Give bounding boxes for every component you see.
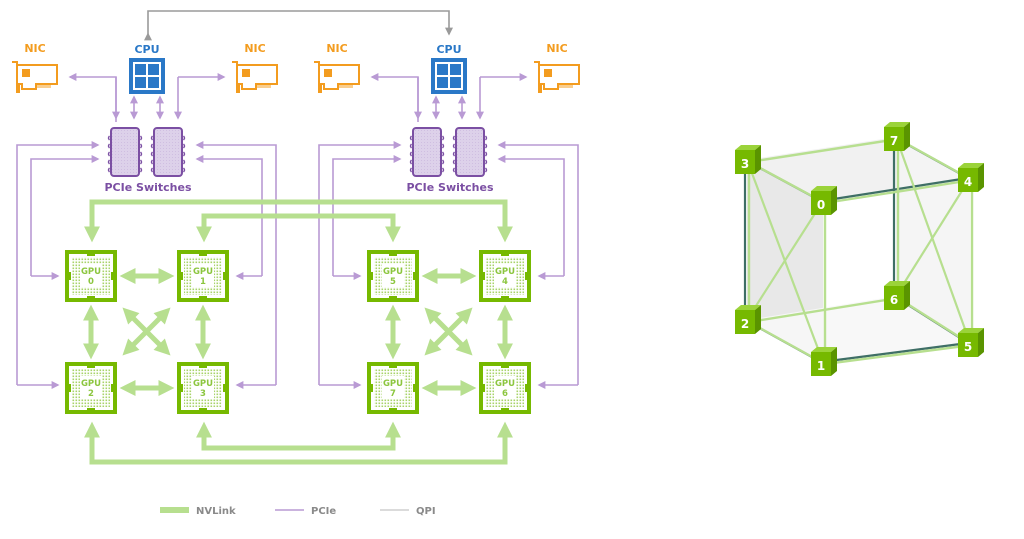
cube-node-7: 7 [884, 122, 910, 151]
pcie-switch-icon [409, 127, 445, 177]
nic-label: NIC [244, 42, 265, 55]
cube-node-4: 4 [958, 163, 984, 192]
cube-node-label: 2 [741, 317, 749, 331]
cube-node-label: 3 [741, 157, 749, 171]
gpu-label: GPU [495, 267, 515, 277]
pcie-switch-icon [452, 127, 488, 177]
cube-node-label: 6 [890, 293, 898, 307]
gpu-label: GPU [81, 379, 101, 389]
nic: NIC [12, 42, 58, 93]
nic-card-icon [12, 61, 58, 93]
pcie-switch-nic-link [370, 73, 419, 122]
gpu-id: 3 [200, 389, 206, 399]
gpu-6: GPU6 [479, 362, 531, 414]
nic-card-icon [534, 61, 580, 93]
nic: NIC [534, 42, 580, 93]
cpu: CPU [129, 43, 165, 94]
legend-label: NVLink [196, 506, 236, 517]
legend-item-nvlink: NVLink [160, 506, 236, 517]
cpu-label: CPU [134, 43, 159, 56]
qpi-link [144, 10, 453, 41]
cube-node-3: 3 [735, 145, 761, 174]
nic-label: NIC [24, 42, 45, 55]
cpu-chip-icon [129, 58, 165, 94]
legend-item-qpi: QPI [380, 506, 436, 517]
gpu-1: GPU1 [177, 250, 229, 302]
gpu-id: 5 [390, 277, 396, 287]
nvlink-cross-link [195, 213, 402, 243]
gpu-0: GPU0 [65, 250, 117, 302]
cube-node-label: 0 [817, 198, 825, 212]
gpu-label: GPU [193, 379, 213, 389]
legend-label: QPI [416, 506, 436, 517]
gpu-4: GPU4 [479, 250, 531, 302]
nic-card-icon [232, 61, 278, 93]
gpu-id: 0 [88, 277, 94, 287]
gpu-7: GPU7 [367, 362, 419, 414]
gpu-id: 6 [502, 389, 508, 399]
gpu-3: GPU3 [177, 362, 229, 414]
legend-label: PCIe [311, 506, 336, 517]
nic-label: NIC [546, 42, 567, 55]
nic: NIC [232, 42, 278, 93]
legend-swatch [160, 507, 189, 513]
legend: NVLink PCIe QPI [160, 506, 436, 517]
gpu-2: GPU2 [65, 362, 117, 414]
gpu-label: GPU [383, 379, 403, 389]
gpu-label: GPU [193, 267, 213, 277]
nic: NIC [314, 42, 360, 93]
pcie-switch-icon [107, 127, 143, 177]
right-board: NIC NICCPUPCIe SwitchesGPU5GPU4GPU7GPU6 [314, 42, 580, 414]
pcie-switch-nic-link [68, 73, 117, 122]
nvlink-cross-link [83, 421, 514, 465]
left-board: NIC NICCPUPCIe SwitchesGPU0GPU1GPU2GPU3 [12, 42, 278, 414]
gpu-id: 2 [88, 389, 94, 399]
nvlink-cross-link [83, 199, 514, 243]
gpu-5: GPU5 [367, 250, 419, 302]
nic-card-icon [314, 61, 360, 93]
cube-node-1: 1 [811, 347, 837, 376]
cube-node-2: 2 [735, 305, 761, 334]
nvlink-cross-link [195, 421, 402, 451]
dgx-topology-diagram: NIC NICCPUPCIe SwitchesGPU0GPU1GPU2GPU3NI… [12, 10, 984, 517]
cube-node-label: 4 [964, 175, 972, 189]
cpu-chip-icon [431, 58, 467, 94]
gpu-label: GPU [383, 267, 403, 277]
cube-node-label: 7 [890, 134, 898, 148]
gpu-label: GPU [81, 267, 101, 277]
cpu-label: CPU [436, 43, 461, 56]
legend-item-pcie: PCIe [275, 506, 336, 517]
pcie-switch-icon [150, 127, 186, 177]
gpu-id: 1 [200, 277, 206, 287]
cube-node-label: 5 [964, 340, 972, 354]
nic-label: NIC [326, 42, 347, 55]
hybrid-cube-mesh: 0 1 2 3 4 5 6 7 [735, 122, 984, 376]
pcie-switches-label: PCIe Switches [105, 181, 192, 194]
gpu-id: 4 [502, 277, 508, 287]
cube-node-5: 5 [958, 328, 984, 357]
pcie-switches-label: PCIe Switches [407, 181, 494, 194]
cube-node-0: 0 [811, 186, 837, 215]
cube-node-label: 1 [817, 359, 825, 373]
gpu-label: GPU [495, 379, 515, 389]
gpu-id: 7 [390, 389, 396, 399]
cpu: CPU [431, 43, 467, 94]
cube-node-6: 6 [884, 281, 910, 310]
